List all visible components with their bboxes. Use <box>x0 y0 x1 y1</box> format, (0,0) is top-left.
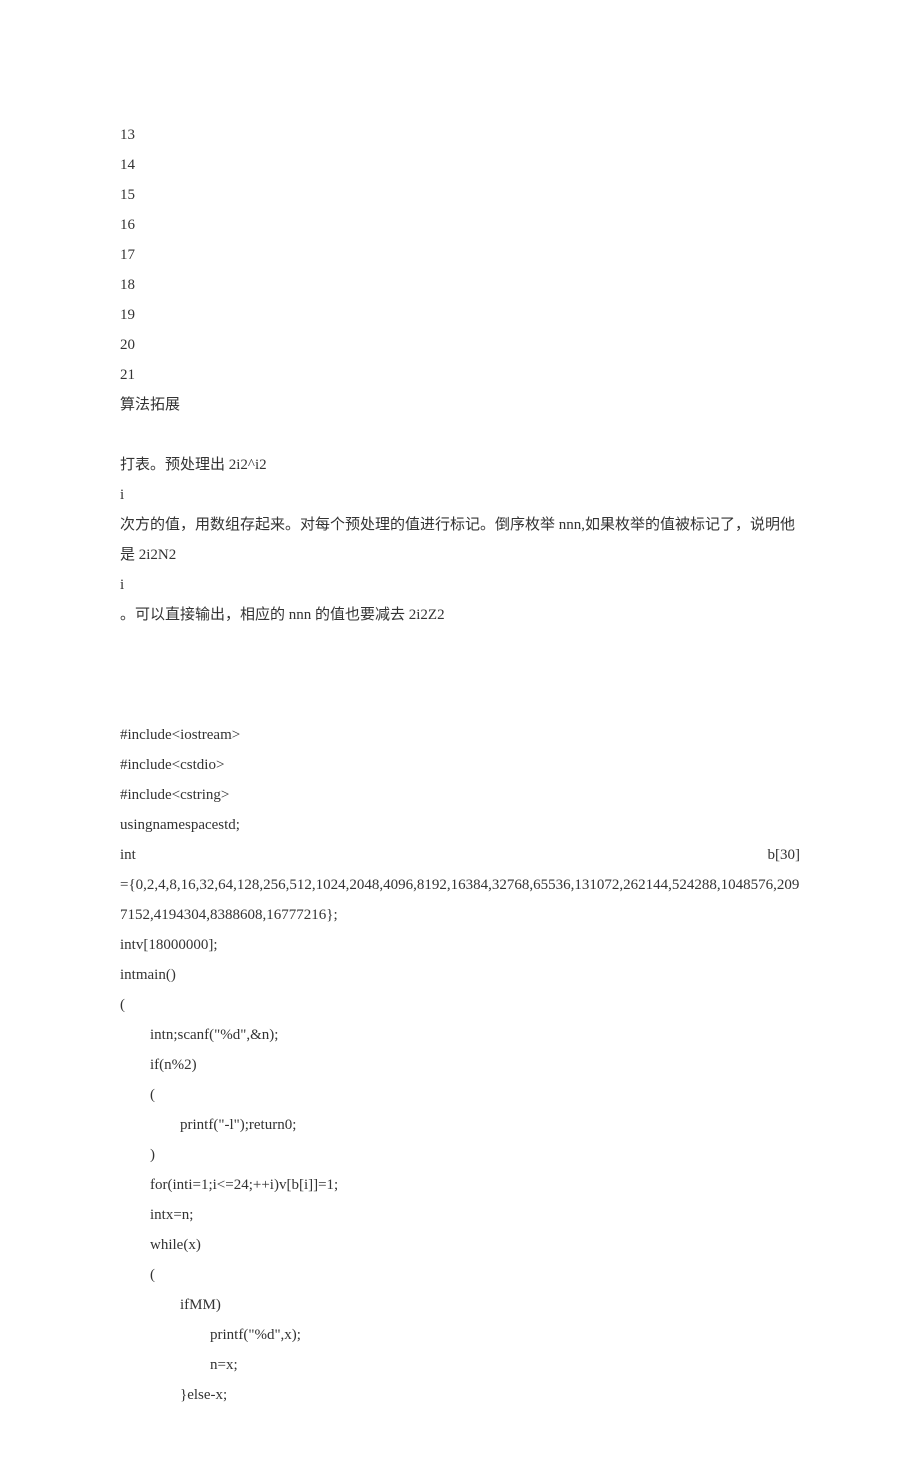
text-line: 打表。预处理出 2i2^i2 <box>120 450 800 480</box>
code-line: printf("%d",x); <box>120 1320 800 1350</box>
code-line: intmain() <box>120 960 800 990</box>
code-line: intv[18000000]; <box>120 930 800 960</box>
code-line: printf("-l");return0; <box>120 1110 800 1140</box>
code-line: if(n%2) <box>120 1050 800 1080</box>
text-line: 20 <box>120 330 800 360</box>
code-line: intx=n; <box>120 1200 800 1230</box>
code-line: ( <box>120 1260 800 1290</box>
text-line: 。可以直接输出，相应的 nnn 的值也要减去 2i2Z2 <box>120 600 800 630</box>
text-line: i <box>120 570 800 600</box>
text-line: 14 <box>120 150 800 180</box>
code-line: #include<cstdio> <box>120 750 800 780</box>
code-line: intn;scanf("%d",&n); <box>120 1020 800 1050</box>
blank-space <box>120 420 800 450</box>
code-line: ) <box>120 1140 800 1170</box>
text-line: 18 <box>120 270 800 300</box>
code-line: n=x; <box>120 1350 800 1380</box>
text-line: 算法拓展 <box>120 390 800 420</box>
text-line: i <box>120 480 800 510</box>
text-line: 13 <box>120 120 800 150</box>
text-line: 19 <box>120 300 800 330</box>
document-page: 13 14 15 16 17 18 19 20 21 算法拓展 打表。预处理出 … <box>0 0 920 1470</box>
code-line: #include<iostream> <box>120 720 800 750</box>
code-line: ( <box>120 990 800 1020</box>
code-token-left: int <box>120 840 136 870</box>
code-line: }else-x; <box>120 1380 800 1410</box>
blank-space <box>120 690 800 720</box>
code-line: ={0,2,4,8,16,32,64,128,256,512,1024,2048… <box>120 870 800 930</box>
code-line: int b[30] <box>120 840 800 870</box>
code-line: ( <box>120 1080 800 1110</box>
code-line: while(x) <box>120 1230 800 1260</box>
number-list: 13 14 15 16 17 18 19 20 21 算法拓展 <box>120 120 800 420</box>
code-token-right: b[30] <box>768 840 801 870</box>
paragraph-block: 打表。预处理出 2i2^i2 i 次方的值，用数组存起来。对每个预处理的值进行标… <box>120 450 800 630</box>
blank-space <box>120 660 800 690</box>
text-line: 17 <box>120 240 800 270</box>
code-line: usingnamespacestd; <box>120 810 800 840</box>
text-line: 16 <box>120 210 800 240</box>
text-line: 次方的值，用数组存起来。对每个预处理的值进行标记。倒序枚举 nnn,如果枚举的值… <box>120 510 800 570</box>
code-line: for(inti=1;i<=24;++i)v[b[i]]=1; <box>120 1170 800 1200</box>
code-line: ifMM) <box>120 1290 800 1320</box>
code-line: #include<cstring> <box>120 780 800 810</box>
code-block: #include<iostream> #include<cstdio> #inc… <box>120 720 800 1410</box>
blank-space <box>120 630 800 660</box>
text-line: 15 <box>120 180 800 210</box>
text-line: 21 <box>120 360 800 390</box>
